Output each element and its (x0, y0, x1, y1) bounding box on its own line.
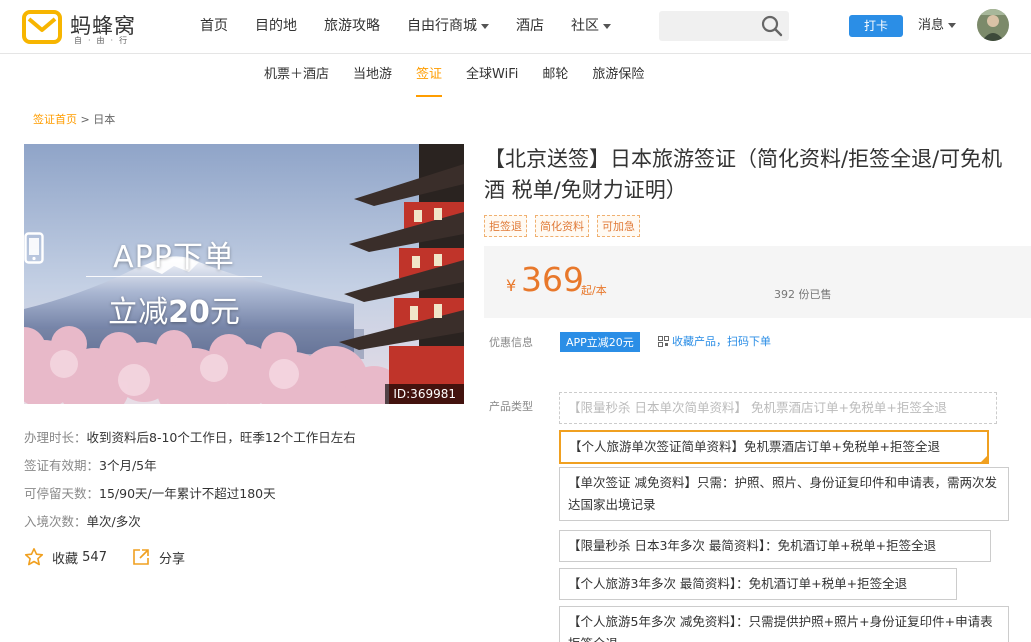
price-unit: 起/本 (581, 284, 607, 297)
star-icon (24, 548, 44, 566)
product-tags: 拒签退 简化资料 可加急 (484, 215, 648, 237)
logo-mark-icon (22, 10, 62, 44)
favorite-label: 收藏 (52, 551, 79, 567)
chevron-down-icon (481, 23, 489, 29)
top-header: 蚂蜂窝 自·由·行 首页 目的地 旅游攻略 自由行商城 酒店 社区 打卡 消息 (0, 0, 1031, 54)
product-type-label: 产品类型 (489, 400, 533, 413)
favorite-count: 547 (82, 549, 107, 565)
checkin-button[interactable]: 打卡 (849, 15, 903, 37)
image-id-badge: ID:369981 (385, 384, 464, 404)
info-key: 可停留天数： (24, 486, 100, 501)
selected-corner-icon (980, 455, 988, 463)
subnav-insurance[interactable]: 旅游保险 (592, 55, 644, 97)
subnav-cruise[interactable]: 邮轮 (542, 55, 568, 97)
site-logo[interactable]: 蚂蜂窝 自·由·行 (22, 8, 152, 46)
info-key: 入境次数： (24, 514, 87, 529)
product-actions: 收藏 547 分享 (24, 547, 209, 567)
tag-expedite: 可加急 (597, 215, 640, 237)
info-value: 3个月/5年 (99, 458, 157, 473)
info-value: 单次/多次 (86, 514, 141, 529)
product-option-5year-reduced[interactable]: 【个人旅游5年多次 减免资料】：只需提供护照+照片+身份证复印件+申请表 拒签全… (559, 606, 1009, 642)
subnav-local-tours[interactable]: 当地游 (353, 55, 392, 97)
promo-line1-text: APP下单 (113, 240, 235, 275)
subnav-wifi[interactable]: 全球WiFi (466, 55, 518, 97)
offer-link-label: 收藏产品，扫码下单 (672, 335, 771, 348)
phone-icon (24, 232, 44, 264)
nav-guides[interactable]: 旅游攻略 (324, 0, 380, 54)
nav-destinations[interactable]: 目的地 (255, 0, 297, 54)
breadcrumb-visa-home[interactable]: 签证首页 (33, 113, 77, 126)
logo-tagline: 自·由·行 (74, 36, 134, 45)
promo-discount: 立减20元 (24, 287, 324, 331)
offer-badge: APP立减20元 (560, 332, 640, 352)
messages-label: 消息 (918, 18, 945, 33)
info-row-stay-days: 可停留天数：15/90天/一年累计不超过180天 (24, 480, 356, 508)
product-option-flash-3year[interactable]: 【限量秒杀 日本3年多次 最简资料】：免机酒订单+税单+拒签全退 (559, 530, 991, 562)
nav-hotels-label: 酒店 (516, 18, 544, 34)
product-option-single-reduced[interactable]: 【单次签证 减免资料】只需：护照、照片、身份证复印件和申请表，需两次发达国家出境… (559, 467, 1009, 521)
subnav-visa[interactable]: 签证 (416, 55, 443, 97)
nav-community[interactable]: 社区 (571, 0, 611, 54)
avatar[interactable] (977, 9, 1009, 41)
info-row-validity: 签证有效期：3个月/5年 (24, 452, 356, 480)
breadcrumb-separator: > (77, 113, 94, 126)
info-value: 收到资料后8-10个工作日，旺季12个工作日左右 (86, 430, 356, 445)
nav-mall-label: 自由行商城 (407, 18, 477, 34)
price-value: 369 (521, 260, 584, 299)
nav-mall[interactable]: 自由行商城 (407, 0, 489, 54)
chevron-down-icon (948, 23, 957, 28)
promo-line2-amount: 20 (168, 295, 210, 330)
nav-hotels[interactable]: 酒店 (516, 0, 544, 54)
favorite-button[interactable]: 收藏 547 (24, 547, 107, 567)
info-key: 签证有效期： (24, 458, 100, 473)
visa-info-list: 办理时长：收到资料后8-10个工作日，旺季12个工作日左右 签证有效期：3个月/… (24, 424, 356, 536)
info-row-processing-time: 办理时长：收到资料后8-10个工作日，旺季12个工作日左右 (24, 424, 356, 452)
nav-community-label: 社区 (571, 18, 599, 34)
subnav-flight-hotel[interactable]: 机票＋酒店 (264, 55, 329, 97)
nav-guides-label: 旅游攻略 (324, 18, 380, 34)
qr-code-icon (658, 335, 669, 347)
product-option-flash-single[interactable]: 【限量秒杀 日本单次简单资料】 免机票酒店订单+免税单+拒签全退 (559, 392, 997, 424)
product-option-single-simple[interactable]: 【个人旅游单次签证简单资料】免机票酒店订单+免税单+拒签全退 (559, 430, 989, 464)
share-icon (133, 549, 149, 565)
price-currency: ¥ (506, 276, 517, 295)
offer-label: 优惠信息 (489, 336, 533, 349)
promo-line2-suffix: 元 (209, 295, 240, 330)
promo-line2-prefix: 立减 (108, 295, 169, 330)
breadcrumb: 签证首页 > 日本 (33, 111, 115, 127)
tag-refund: 拒签退 (484, 215, 527, 237)
breadcrumb-current: 日本 (93, 113, 116, 126)
tag-simple-docs: 简化资料 (535, 215, 589, 237)
product-image[interactable]: APP下单 立减20元 ID:369981 (24, 144, 464, 404)
info-row-entries: 入境次数：单次/多次 (24, 508, 356, 536)
search-icon[interactable] (761, 15, 783, 37)
promo-app-order: APP下单 (24, 232, 324, 276)
chevron-down-icon (603, 23, 611, 29)
sub-nav: 机票＋酒店 当地游 签证 全球WiFi 邮轮 旅游保险 (0, 55, 1031, 97)
sold-count: 392 份已售 (774, 288, 832, 301)
nav-destinations-label: 目的地 (255, 18, 297, 34)
favorite-scan-link[interactable]: 收藏产品，扫码下单 (658, 333, 771, 349)
share-label: 分享 (158, 551, 185, 567)
product-title: 【北京送签】日本旅游签证（简化资料/拒签全退/可免机酒 税单/免财力证明） (484, 147, 1003, 202)
search-input[interactable] (665, 16, 755, 36)
nav-home[interactable]: 首页 (200, 0, 228, 54)
search-box (659, 11, 789, 41)
avatar-image (977, 9, 1009, 41)
promo-divider (86, 276, 262, 277)
main-nav: 首页 目的地 旅游攻略 自由行商城 酒店 社区 (200, 0, 638, 54)
messages-menu[interactable]: 消息 (918, 0, 957, 54)
info-value: 15/90天/一年累计不超过180天 (99, 486, 276, 501)
share-button[interactable]: 分享 (131, 547, 185, 567)
product-option-3year-simple[interactable]: 【个人旅游3年多次 最简资料】：免机酒订单+税单+拒签全退 (559, 568, 957, 600)
promo-overlay: APP下单 立减20元 (24, 232, 324, 331)
info-key: 办理时长： (24, 430, 87, 445)
price-panel: ¥ 369 起/本 392 份已售 (484, 246, 1031, 318)
nav-home-label: 首页 (200, 18, 228, 34)
option-label: 【个人旅游单次签证简单资料】免机票酒店订单+免税单+拒签全退 (569, 439, 940, 454)
